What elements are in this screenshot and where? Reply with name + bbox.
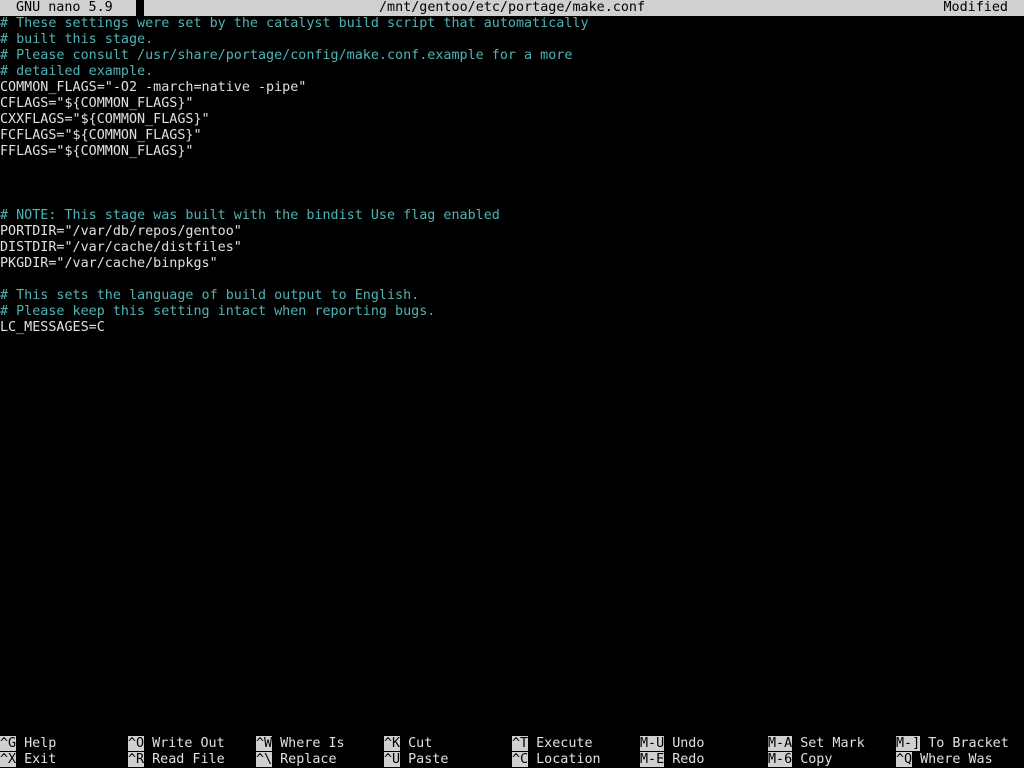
editor-line[interactable]: DISTDIR="/var/cache/distfiles": [0, 240, 1024, 256]
shortcut-label: Exit: [24, 752, 57, 767]
editor-line[interactable]: # detailed example.: [0, 64, 1024, 80]
shortcut-write-out[interactable]: ^O Write Out: [128, 736, 225, 752]
editor-line[interactable]: # This sets the language of build output…: [0, 288, 1024, 304]
shortcut-label: Redo: [672, 752, 705, 767]
shortcut-replace[interactable]: ^\ Replace: [256, 752, 337, 768]
shortcut-redo[interactable]: M-E Redo: [640, 752, 704, 768]
shortcut-label: Paste: [408, 752, 449, 767]
shortcut-label: Copy: [800, 752, 833, 767]
editor-line[interactable]: [0, 272, 1024, 288]
editor-line[interactable]: [0, 192, 1024, 208]
shortcut-bar: ^G Help ^O Write Out ^W Where Is ^K Cut ^T Ex…: [0, 736, 1024, 768]
shortcut-key: M-]: [896, 736, 921, 751]
shortcut-label: Location: [536, 752, 601, 767]
shortcut-key: ^Q: [896, 752, 913, 767]
shortcut-label: Execute: [536, 736, 593, 751]
shortcut-set-mark[interactable]: M-A Set Mark: [768, 736, 865, 752]
shortcut-read-file[interactable]: ^R Read File: [128, 752, 225, 768]
editor-line[interactable]: FCFLAGS="${COMMON_FLAGS}": [0, 128, 1024, 144]
shortcut-exit[interactable]: ^X Exit: [0, 752, 56, 768]
editor-line[interactable]: LC_MESSAGES=C: [0, 320, 1024, 336]
shortcut-key: ^C: [512, 752, 529, 767]
shortcut-label: Write Out: [152, 736, 225, 751]
shortcut-paste[interactable]: ^U Paste: [384, 752, 448, 768]
editor-line[interactable]: FFLAGS="${COMMON_FLAGS}": [0, 144, 1024, 160]
editor-line[interactable]: COMMON_FLAGS="-O2 -march=native -pipe": [0, 80, 1024, 96]
shortcut-key: ^O: [128, 736, 145, 751]
editor-buffer[interactable]: # These settings were set by the catalys…: [0, 16, 1024, 728]
editor-line[interactable]: PKGDIR="/var/cache/binpkgs": [0, 256, 1024, 272]
shortcut-label: Help: [24, 736, 57, 751]
shortcut-copy[interactable]: M-6 Copy: [768, 752, 832, 768]
editor-line[interactable]: CXXFLAGS="${COMMON_FLAGS}": [0, 112, 1024, 128]
editor-line[interactable]: CFLAGS="${COMMON_FLAGS}": [0, 96, 1024, 112]
shortcut-key: ^G: [0, 736, 17, 751]
shortcut-label: Undo: [672, 736, 705, 751]
editor-line[interactable]: # Please consult /usr/share/portage/conf…: [0, 48, 1024, 64]
shortcut-key: ^K: [384, 736, 401, 751]
editor-line[interactable]: # built this stage.: [0, 32, 1024, 48]
editor-line[interactable]: # Please keep this setting intact when r…: [0, 304, 1024, 320]
file-path: /mnt/gentoo/etc/portage/make.conf: [378, 0, 646, 15]
shortcut-where-is[interactable]: ^W Where Is: [256, 736, 345, 752]
shortcut-key: ^U: [384, 752, 401, 767]
shortcut-key: M-U: [640, 736, 665, 751]
shortcut-label: Cut: [408, 736, 433, 751]
shortcut-cut[interactable]: ^K Cut: [384, 736, 432, 752]
shortcut-help[interactable]: ^G Help: [0, 736, 56, 752]
editor-line[interactable]: # NOTE: This stage was built with the bi…: [0, 208, 1024, 224]
shortcut-undo[interactable]: M-U Undo: [640, 736, 704, 752]
modified-status: Modified: [943, 0, 1009, 15]
shortcut-key: ^X: [0, 752, 17, 767]
editor-line[interactable]: [0, 160, 1024, 176]
shortcut-key: M-E: [640, 752, 665, 767]
shortcut-key: ^\: [256, 752, 273, 767]
shortcut-key: M-A: [768, 736, 793, 751]
shortcut-to-bracket[interactable]: M-] To Bracket: [896, 736, 1009, 752]
shortcut-label: To Bracket: [928, 736, 1009, 751]
editor-line[interactable]: [0, 176, 1024, 192]
shortcut-label: Set Mark: [800, 736, 865, 751]
shortcut-label: Where Is: [280, 736, 345, 751]
shortcut-label: Where Was: [920, 752, 993, 767]
editor-line[interactable]: PORTDIR="/var/db/repos/gentoo": [0, 224, 1024, 240]
shortcut-location[interactable]: ^C Location: [512, 752, 601, 768]
shortcut-key: ^W: [256, 736, 273, 751]
shortcut-key: ^T: [512, 736, 529, 751]
shortcut-where-was[interactable]: ^Q Where Was: [896, 752, 993, 768]
shortcut-execute[interactable]: ^T Execute: [512, 736, 593, 752]
title-bar: GNU nano 5.9 /mnt/gentoo/etc/portage/mak…: [0, 0, 1024, 16]
shortcut-key: M-6: [768, 752, 793, 767]
editor-line[interactable]: # These settings were set by the catalys…: [0, 16, 1024, 32]
shortcut-key: ^R: [128, 752, 145, 767]
shortcut-label: Read File: [152, 752, 225, 767]
shortcut-label: Replace: [280, 752, 337, 767]
